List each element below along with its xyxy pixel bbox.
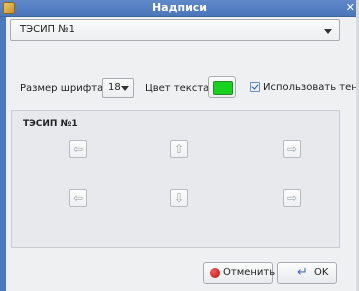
arrow-left-top-button[interactable]: ⇦ xyxy=(69,140,87,158)
text-color-button[interactable] xyxy=(208,76,236,98)
arrow-up-button[interactable]: ⇧ xyxy=(170,140,188,158)
font-size-select[interactable]: 18 xyxy=(102,78,134,98)
cancel-icon xyxy=(210,268,220,278)
ok-button[interactable]: ↵ OK xyxy=(277,262,337,284)
preview-group-title: ТЭСИП №1 xyxy=(23,119,78,129)
cancel-label: Отменить xyxy=(223,267,276,278)
font-size-label: Размер шрифта: xyxy=(20,83,107,94)
arrow-down-button[interactable]: ⇩ xyxy=(170,189,188,207)
arrow-left-bottom-button[interactable]: ⇦ xyxy=(69,189,87,207)
arrow-right-top-button[interactable]: ⇨ xyxy=(283,140,301,158)
preview-group: ТЭСИП №1 ⇦ ⇧ ⇨ ⇦ ⇩ ⇨ xyxy=(11,110,340,248)
arrow-right-bottom-button[interactable]: ⇨ xyxy=(283,189,301,207)
use-shadow-label[interactable]: Использовать тень xyxy=(263,82,359,93)
window-title: Надписи xyxy=(151,1,208,14)
ok-label: OK xyxy=(314,267,329,278)
cancel-button[interactable]: Отменить xyxy=(203,262,276,284)
color-swatch xyxy=(213,81,233,95)
close-icon[interactable]: ✕ xyxy=(346,1,355,15)
chevron-down-icon xyxy=(324,29,332,34)
source-select[interactable]: ТЭСИП №1 xyxy=(10,19,340,41)
enter-icon: ↵ xyxy=(297,265,308,280)
font-size-value: 18 xyxy=(108,82,121,93)
use-shadow-checkbox[interactable] xyxy=(250,82,260,92)
title-bar: Надписи ✕ xyxy=(0,0,359,17)
chevron-down-icon xyxy=(121,86,129,91)
source-select-value: ТЭСИП №1 xyxy=(20,24,76,35)
text-color-label: Цвет текста: xyxy=(145,83,213,94)
